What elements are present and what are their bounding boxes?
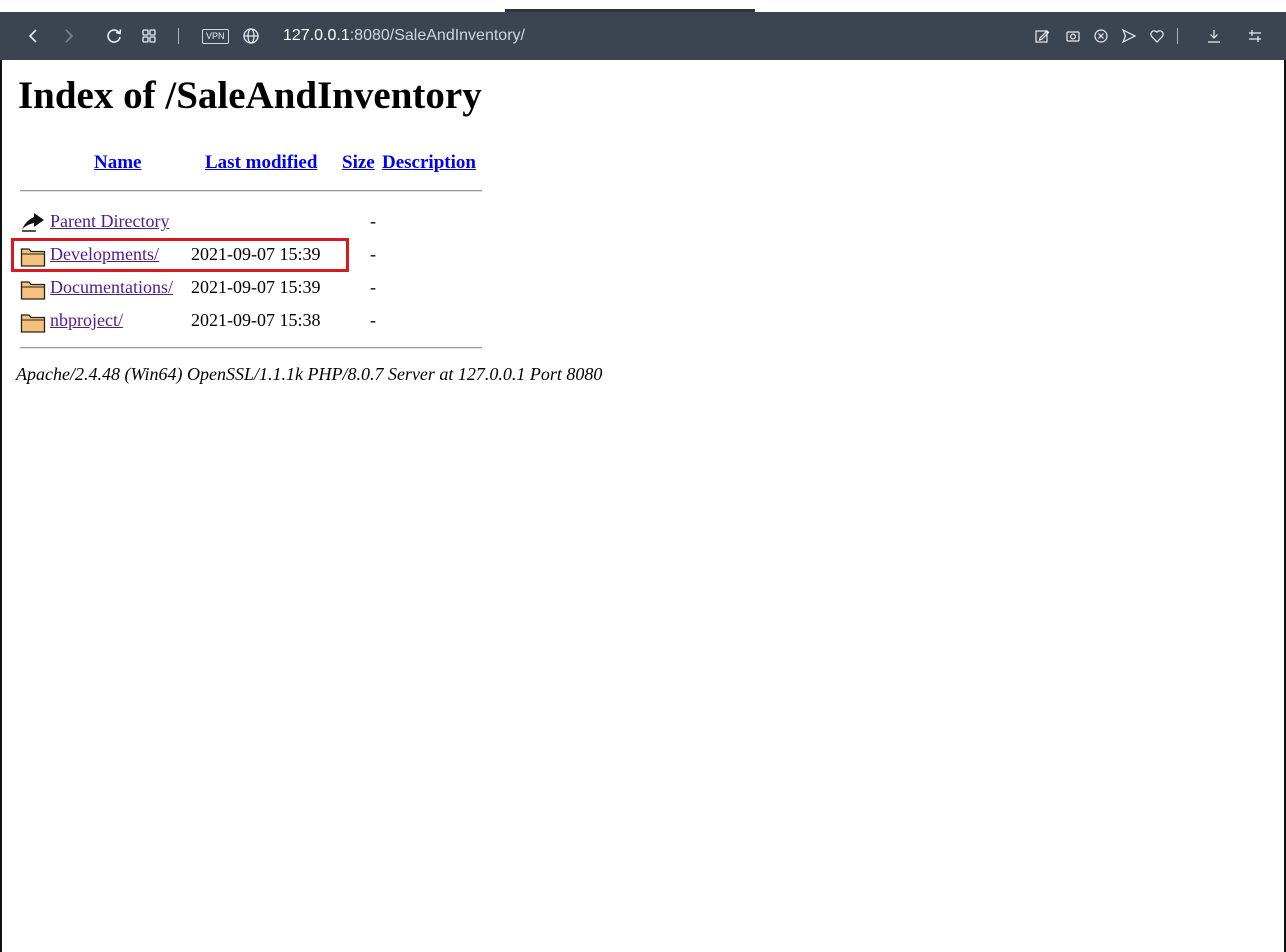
toolbar-separator: [178, 28, 179, 44]
top-edge-strip: [0, 0, 1286, 12]
divider: [20, 347, 482, 349]
favorite-button[interactable]: [1146, 12, 1168, 60]
server-signature: Apache/2.4.48 (Win64) OpenSSL/1.1.1k PHP…: [16, 364, 603, 384]
sort-by-last-modified-link[interactable]: Last modified: [205, 152, 317, 173]
folder-icon: [20, 281, 46, 300]
reload-icon: [107, 29, 122, 43]
column-header-last-modified: Last modified: [205, 152, 317, 174]
site-info-button[interactable]: [240, 12, 262, 60]
window-frame-left: [0, 12, 2, 952]
forward-button[interactable]: [58, 12, 80, 60]
address-host: 127.0.0.1: [283, 27, 350, 44]
column-header-description: Description: [382, 152, 476, 174]
grid-icon: [142, 29, 156, 43]
column-header-size: Size: [342, 152, 375, 174]
divider: [20, 190, 482, 192]
page-title: Index of /SaleAndInventory: [18, 74, 482, 117]
highlight-box: [11, 238, 349, 272]
sort-by-size-link[interactable]: Size: [342, 152, 375, 173]
close-circle-icon: [1094, 29, 1108, 43]
screenshot-button[interactable]: [1062, 12, 1084, 60]
back-button[interactable]: [22, 12, 44, 60]
browser-toolbar: VPN 127.0.0.1:8080/SaleAndInventory/: [0, 12, 1286, 60]
address-path: :8080/SaleAndInventory/: [349, 27, 525, 44]
sliders-icon: [1249, 30, 1261, 42]
sort-by-description-link[interactable]: Description: [382, 152, 476, 173]
chevron-right-icon: [65, 29, 74, 43]
row-size: -: [370, 277, 376, 297]
send-button[interactable]: [1118, 12, 1140, 60]
chevron-left-icon: [28, 29, 37, 43]
parent-directory-icon: [22, 213, 44, 232]
sort-by-name-link[interactable]: Name: [94, 152, 141, 173]
row-date: 2021-09-07 15:39: [191, 277, 321, 297]
column-header-name: Name: [94, 152, 141, 174]
folder-icon: [20, 314, 46, 333]
edit-icon: [1035, 30, 1050, 43]
heart-icon: [1150, 30, 1164, 43]
folder-link-nbproject[interactable]: nbproject/: [50, 310, 123, 330]
parent-directory-link[interactable]: Parent Directory: [50, 211, 169, 231]
download-icon: [1208, 30, 1220, 43]
reload-button[interactable]: [103, 12, 125, 60]
send-icon: [1121, 28, 1137, 44]
tabs-grid-button[interactable]: [138, 12, 160, 60]
settings-button[interactable]: [1244, 12, 1266, 60]
toolbar-separator: [1177, 28, 1178, 44]
row-date: 2021-09-07 15:38: [191, 310, 321, 330]
camera-icon: [1066, 31, 1080, 42]
row-size: -: [370, 244, 376, 264]
edit-button[interactable]: [1031, 12, 1053, 60]
address-bar[interactable]: 127.0.0.1:8080/SaleAndInventory/: [283, 12, 525, 60]
globe-icon: [243, 28, 259, 44]
row-size: -: [370, 211, 376, 231]
downloads-button[interactable]: [1203, 12, 1225, 60]
vpn-badge[interactable]: VPN: [202, 29, 229, 44]
row-size: -: [370, 310, 376, 330]
folder-link-documentations[interactable]: Documentations/: [50, 277, 173, 297]
block-button[interactable]: [1090, 12, 1112, 60]
